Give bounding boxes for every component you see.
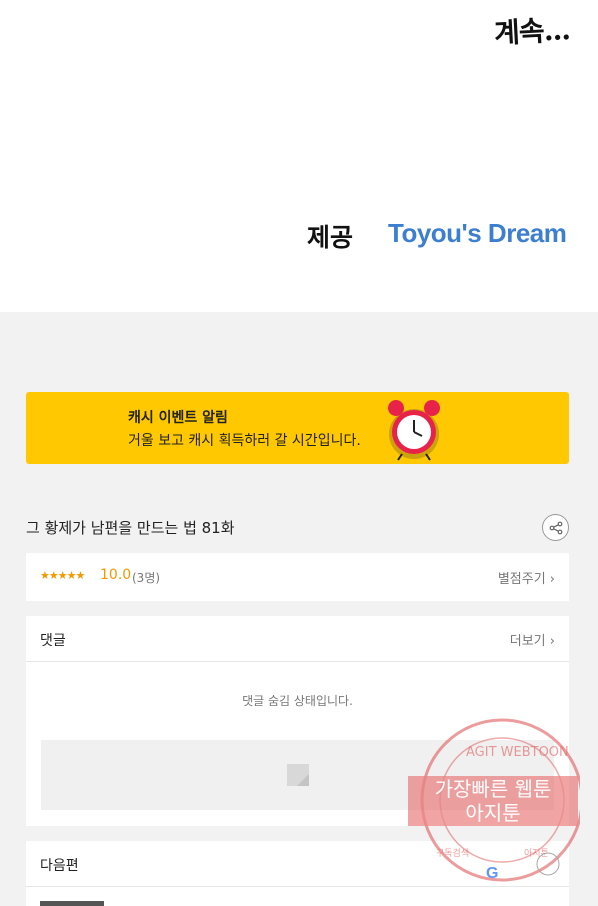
rating-card: ★★★★★ 10.0 (3명) 별점주기 › bbox=[26, 553, 569, 601]
chevron-right-icon: › bbox=[549, 634, 555, 649]
cash-event-banner[interactable]: 캐시 이벤트 알림 거울 보고 캐시 획득하러 갈 시간입니다. bbox=[26, 392, 569, 464]
comments-header: 댓글 더보기 › bbox=[26, 616, 569, 662]
google-icon: G bbox=[486, 865, 498, 882]
rating-stars: ★★★★★ bbox=[40, 569, 85, 582]
comments-hidden-message: 댓글 숨김 상태입니다. bbox=[242, 694, 353, 708]
banner-subtitle: 거울 보고 캐시 획득하러 갈 시간입니다. bbox=[128, 433, 361, 449]
comments-more-button[interactable]: 더보기 › bbox=[510, 630, 555, 649]
comments-title: 댓글 bbox=[40, 633, 66, 649]
credit-brand-logo: Toyou's Dream bbox=[388, 218, 567, 248]
chevron-right-icon: › bbox=[549, 572, 555, 587]
alarm-clock-icon bbox=[388, 400, 440, 461]
banner-title: 캐시 이벤트 알림 bbox=[128, 410, 228, 426]
rate-button-label: 별점주기 bbox=[497, 572, 546, 587]
comments-more-label: 더보기 bbox=[509, 634, 546, 649]
credit-row: 제공 Toyou's Dream bbox=[0, 210, 598, 260]
rating-count: (3명) bbox=[132, 571, 161, 585]
share-button[interactable] bbox=[542, 514, 569, 541]
credit-label: 제공 bbox=[307, 223, 354, 252]
rating-score: 10.0 bbox=[100, 567, 132, 583]
watermark-line1: 가장빠른 웹툰 bbox=[435, 777, 552, 801]
next-episode-title: 다음편 bbox=[40, 858, 79, 874]
watermark-stamp: AGIT WEBTOON 가장빠른 웹툰 아지툰 구독검색 아지툰 G bbox=[408, 718, 580, 882]
watermark-arc-text: AGIT WEBTOON bbox=[466, 745, 569, 760]
episode-end-image: 계속... 제공 Toyou's Dream bbox=[0, 0, 598, 312]
to-be-continued-text: 계속... bbox=[493, 13, 571, 50]
share-icon bbox=[549, 521, 562, 534]
rate-button[interactable]: 별점주기 › bbox=[498, 568, 555, 587]
episode-title: 그 황제가 남편을 만드는 법 81화 bbox=[26, 519, 235, 537]
watermark-line2: 아지툰 bbox=[465, 801, 520, 825]
image-placeholder-icon bbox=[287, 764, 309, 786]
watermark-bottom-left: 구독검색 bbox=[436, 847, 469, 859]
next-episode-thumbnail[interactable] bbox=[40, 901, 104, 906]
